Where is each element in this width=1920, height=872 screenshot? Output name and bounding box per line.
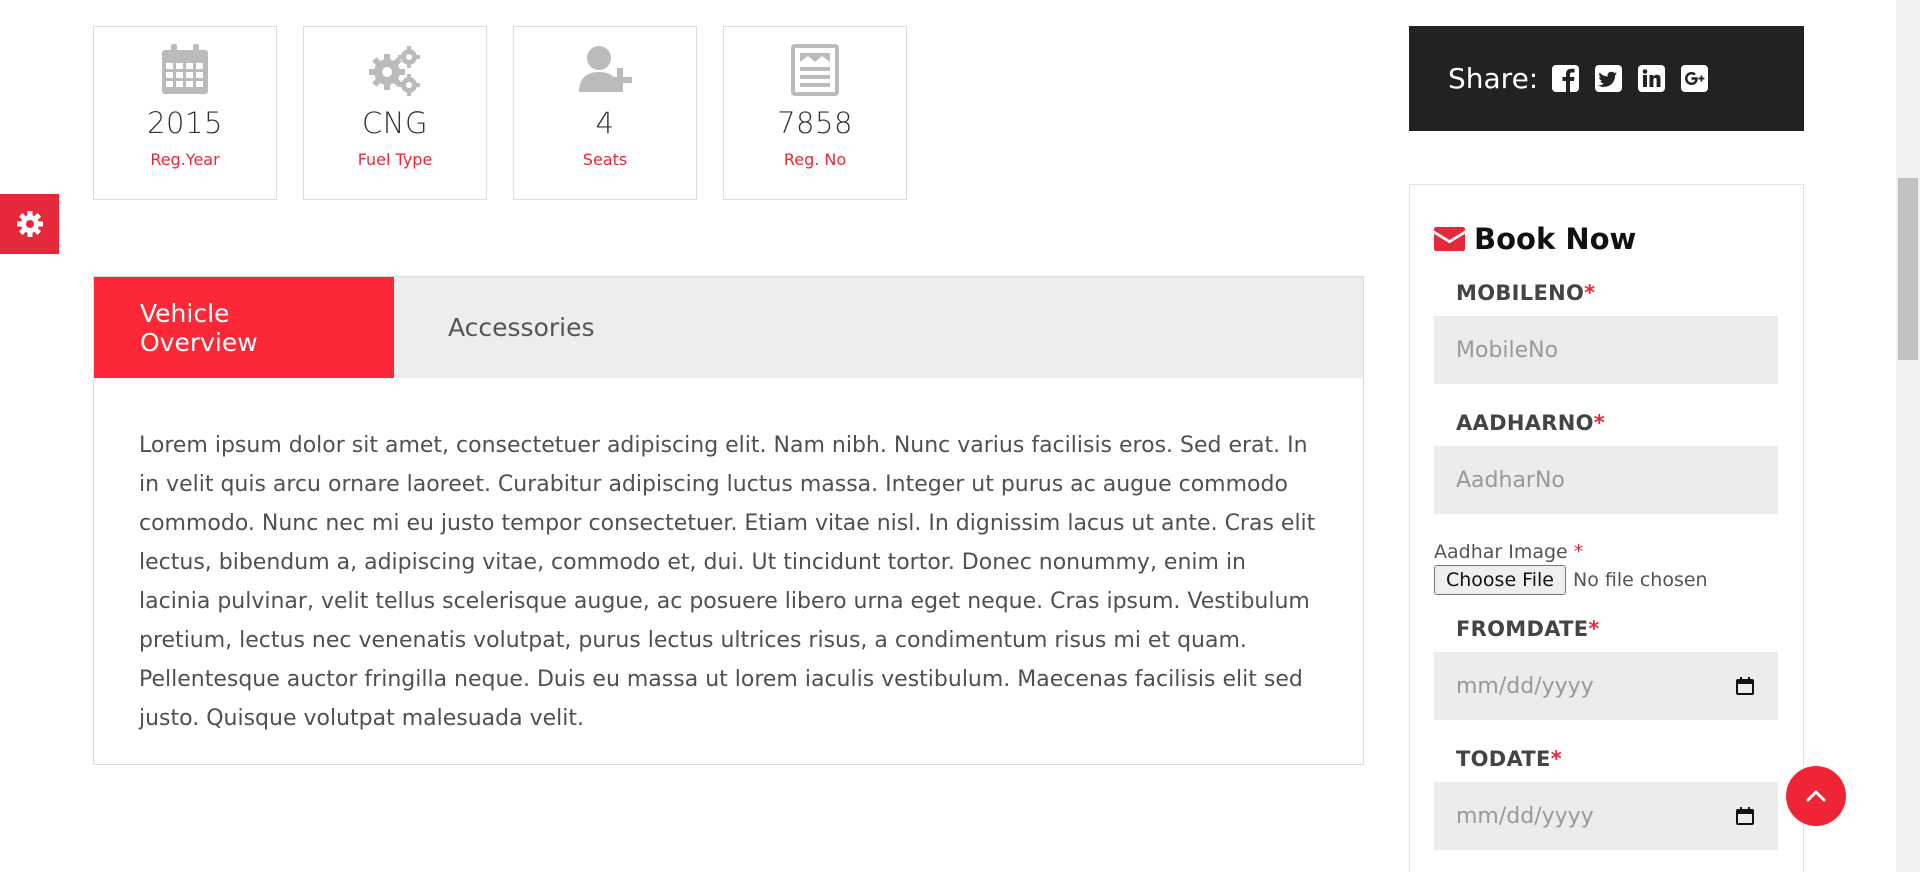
- from-date-label-text: FROMDATE: [1456, 617, 1589, 641]
- settings-toggle-button[interactable]: [0, 194, 59, 254]
- book-now-title: Book Now: [1474, 222, 1637, 256]
- facebook-icon[interactable]: [1552, 65, 1580, 92]
- google-plus-icon[interactable]: [1681, 65, 1709, 92]
- calendar-icon: [162, 44, 208, 94]
- required-mark: *: [1550, 747, 1562, 771]
- newspaper-icon: [791, 44, 839, 96]
- required-mark: *: [1573, 541, 1584, 563]
- aadhar-image-label-text: Aadhar Image: [1434, 541, 1568, 563]
- from-date-placeholder: mm/dd/yyyy: [1456, 673, 1594, 699]
- spec-value: 7858: [777, 106, 853, 140]
- aadhar-image-label: Aadhar Image *: [1434, 541, 1779, 563]
- envelope-icon: [1434, 227, 1465, 251]
- mobile-label: MOBILENO*: [1434, 281, 1779, 305]
- vehicle-overview-text: Lorem ipsum dolor sit amet, consectetuer…: [139, 433, 1316, 731]
- spec-card-fuel-type: CNG Fuel Type: [303, 26, 487, 200]
- aadhar-no-label-text: AADHARNO: [1456, 411, 1594, 435]
- scrollbar-thumb[interactable]: [1898, 178, 1918, 360]
- spec-label: Fuel Type: [357, 150, 433, 169]
- scrollbar-track[interactable]: [1896, 0, 1920, 872]
- choose-file-button[interactable]: Choose File: [1434, 565, 1566, 595]
- aadhar-no-placeholder: AadharNo: [1456, 467, 1565, 493]
- spec-value: 4: [595, 106, 615, 140]
- tab-bar: Vehicle Overview Accessories: [94, 277, 1363, 378]
- page: 2015 Reg.Year CNG Fuel Type 4 Seats 7858…: [0, 0, 1920, 872]
- book-now-heading: Book Now: [1434, 222, 1779, 256]
- user-plus-icon: [579, 46, 632, 92]
- to-date-placeholder: mm/dd/yyyy: [1456, 803, 1594, 829]
- aadhar-image-file-input: Choose File No file chosen: [1434, 565, 1779, 595]
- scroll-to-top-button[interactable]: [1786, 766, 1846, 826]
- chevron-up-icon: [1806, 790, 1826, 802]
- spec-card-reg-no: 7858 Reg. No: [723, 26, 907, 200]
- calendar-picker-icon[interactable]: [1736, 807, 1754, 825]
- tab-vehicle-overview[interactable]: Vehicle Overview: [94, 277, 394, 378]
- from-date-label: FROMDATE*: [1434, 617, 1779, 641]
- spec-value: CNG: [362, 106, 428, 140]
- to-date-label-text: TODATE: [1456, 747, 1551, 771]
- spec-card-seats: 4 Seats: [513, 26, 697, 200]
- gears-icon: [369, 46, 420, 96]
- spec-value: 2015: [147, 106, 223, 140]
- required-mark: *: [1584, 281, 1596, 305]
- share-box: Share:: [1409, 26, 1804, 131]
- book-now-panel: Book Now MOBILENO* MobileNo AADHARNO* Aa…: [1409, 184, 1804, 872]
- aadhar-no-label: AADHARNO*: [1434, 411, 1779, 435]
- file-status: No file chosen: [1572, 569, 1708, 591]
- mobile-placeholder: MobileNo: [1456, 337, 1559, 363]
- mobile-input[interactable]: MobileNo: [1434, 316, 1778, 384]
- spec-label: Reg.Year: [150, 150, 220, 169]
- calendar-picker-icon[interactable]: [1736, 677, 1754, 695]
- mobile-label-text: MOBILENO: [1456, 281, 1585, 305]
- gear-icon: [16, 211, 43, 237]
- required-mark: *: [1593, 411, 1606, 435]
- spec-label: Seats: [582, 150, 628, 169]
- share-label: Share:: [1448, 62, 1539, 95]
- to-date-label: TODATE*: [1434, 747, 1779, 771]
- tab-accessories[interactable]: Accessories: [394, 277, 595, 378]
- vehicle-tabs-panel: Vehicle Overview Accessories Lorem ipsum…: [93, 276, 1364, 765]
- spec-label: Reg. No: [783, 150, 847, 169]
- from-date-input[interactable]: mm/dd/yyyy: [1434, 652, 1778, 720]
- to-date-input[interactable]: mm/dd/yyyy: [1434, 782, 1778, 850]
- aadhar-no-input[interactable]: AadharNo: [1434, 446, 1778, 514]
- spec-card-reg-year: 2015 Reg.Year: [93, 26, 277, 200]
- twitter-icon[interactable]: [1595, 65, 1623, 92]
- required-mark: *: [1588, 617, 1600, 641]
- linkedin-icon[interactable]: [1638, 65, 1666, 92]
